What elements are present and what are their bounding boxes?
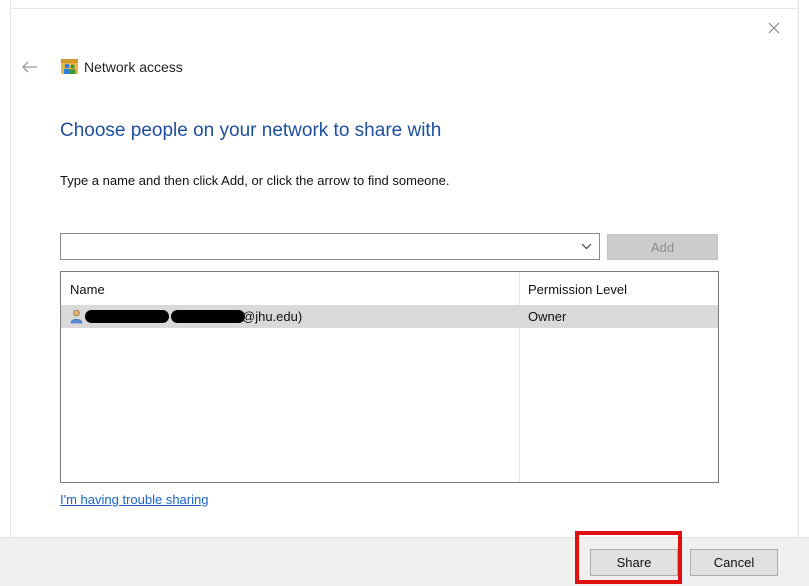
top-border [10, 0, 799, 9]
close-button[interactable] [760, 14, 788, 42]
window-title: Network access [84, 59, 183, 75]
name-input[interactable] [61, 234, 571, 259]
left-edge [10, 0, 11, 586]
redacted-name-part-1 [85, 310, 169, 323]
column-header-permission[interactable]: Permission Level [528, 281, 627, 298]
dialog-footer [0, 537, 809, 586]
network-people-icon [61, 59, 78, 74]
user-email-tail: @jhu.edu) [242, 309, 303, 324]
permission-level-cell[interactable]: Owner [528, 308, 566, 325]
arrow-left-icon [22, 61, 37, 73]
right-edge [798, 0, 799, 586]
trouble-sharing-link[interactable]: I'm having trouble sharing [60, 491, 208, 508]
user-icon [70, 309, 83, 324]
sharing-list[interactable]: Name Permission Level @jhu.edu) Owner [60, 271, 719, 483]
table-row[interactable]: @jhu.edu) Owner [61, 305, 718, 328]
redacted-name-part-2 [171, 310, 245, 323]
chevron-down-icon [581, 243, 591, 250]
column-header-name[interactable]: Name [70, 281, 105, 298]
cancel-button[interactable]: Cancel [690, 549, 778, 576]
name-combobox[interactable] [60, 233, 600, 260]
list-header: Name Permission Level [61, 272, 718, 304]
add-button[interactable]: Add [607, 234, 718, 260]
network-access-dialog: Network access Choose people on your net… [0, 0, 809, 586]
page-heading: Choose people on your network to share w… [60, 120, 442, 141]
back-button[interactable] [18, 56, 42, 78]
close-icon [768, 22, 780, 34]
dropdown-button[interactable] [573, 234, 599, 259]
instructions-text: Type a name and then click Add, or click… [60, 173, 450, 188]
share-button[interactable]: Share [590, 549, 678, 576]
